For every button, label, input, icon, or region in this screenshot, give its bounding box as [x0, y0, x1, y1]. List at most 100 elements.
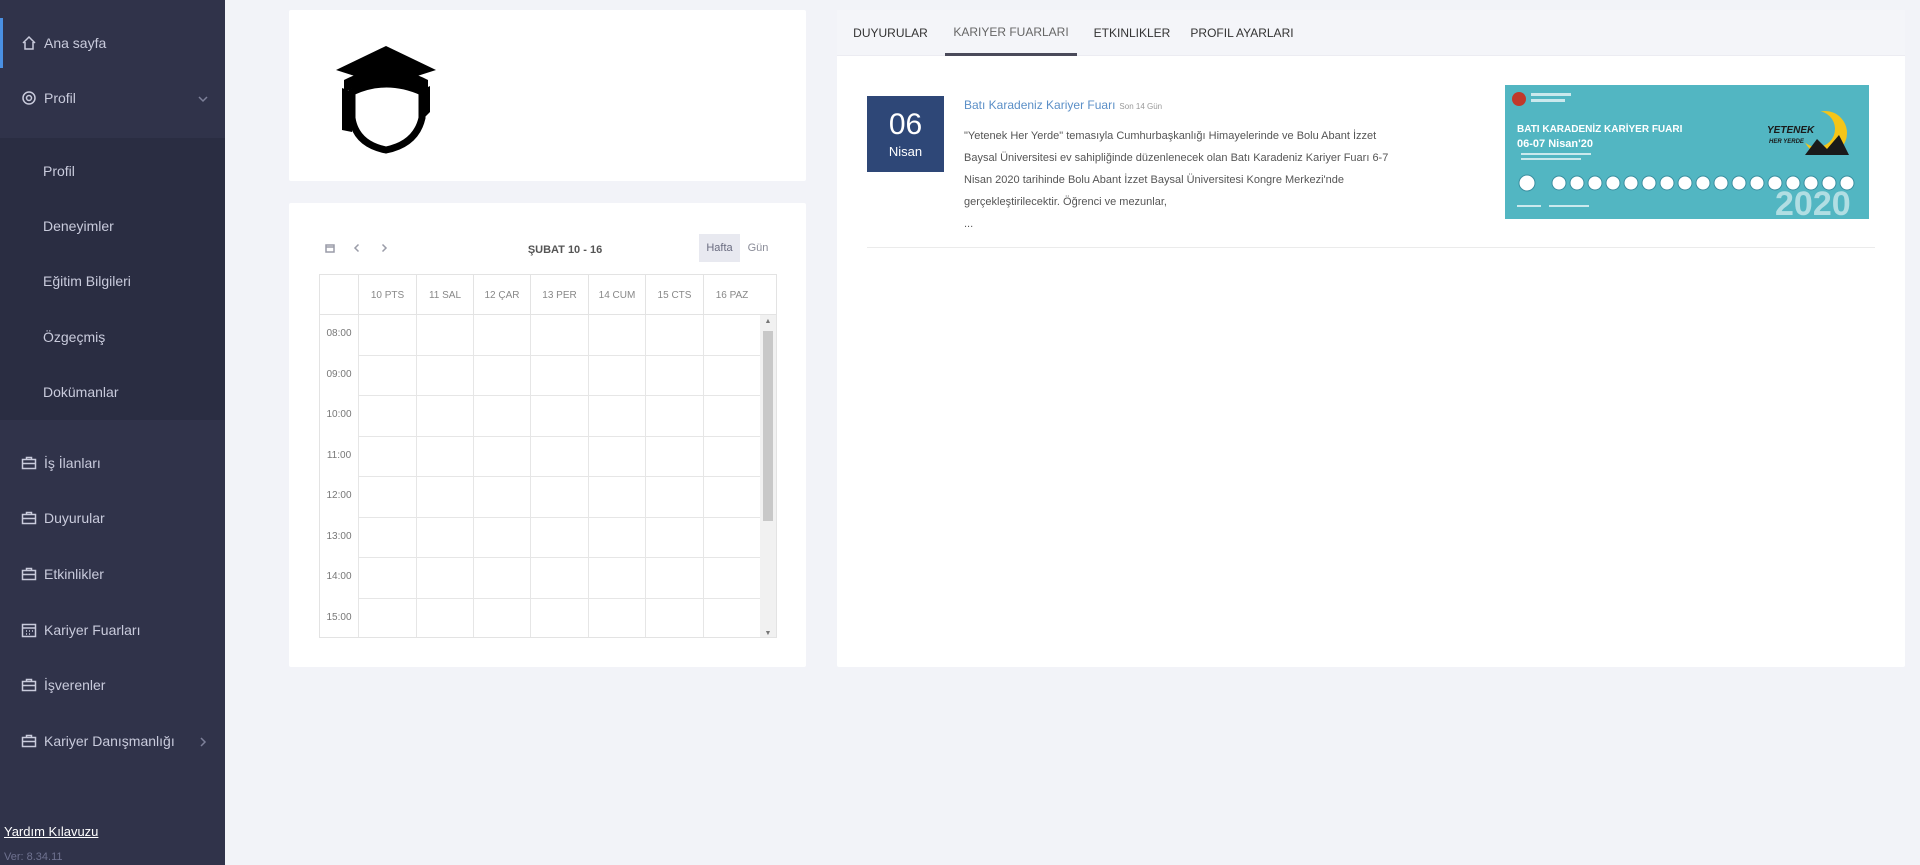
calendar-range-title: ŞUBAT 10 - 16 [527, 244, 603, 256]
sidebar-item-label: Ana sayfa [44, 35, 107, 51]
fair-date-badge: 06 Nisan [867, 96, 944, 172]
day-header: 13 PER [530, 275, 588, 315]
sidebar-item-label: Etkinlikler [44, 566, 104, 582]
calendar-today-button[interactable] [319, 234, 341, 262]
submenu-item-profile[interactable]: Profil [43, 163, 75, 179]
tab-career-fairs[interactable]: KARIYER FUARLARI [945, 10, 1077, 56]
calendar-icon [20, 621, 38, 639]
graduate-avatar-icon [336, 46, 436, 154]
grid-line [358, 476, 760, 477]
list-divider [867, 247, 1875, 248]
fair-description: "Yetenek Her Yerde" temasıyla Cumhurbaşk… [964, 125, 1404, 235]
week-calendar-grid: 10 PTS 11 SAL 12 ÇAR 13 PER 14 CUM 15 CT… [319, 274, 777, 638]
fair-date-day: 06 [888, 108, 923, 141]
sidebar-item-label: Duyurular [44, 510, 105, 526]
grid-line [588, 315, 589, 637]
grid-line [358, 395, 760, 396]
sidebar-item-label: İşverenler [44, 677, 106, 693]
day-header: 14 CUM [588, 275, 645, 315]
chevron-left-icon [352, 243, 362, 253]
sidebar-item-career-fairs[interactable]: Kariyer Fuarları [0, 605, 225, 655]
submenu-item-documents[interactable]: Dokümanlar [43, 384, 118, 400]
briefcase-icon [20, 676, 38, 694]
profile-card [289, 10, 806, 181]
time-label: 10:00 [326, 409, 352, 420]
day-header: 10 PTS [358, 275, 416, 315]
grid-line [473, 315, 474, 637]
calendar-panel: ŞUBAT 10 - 16 Hafta Gün 10 PTS 11 SAL 12… [289, 203, 806, 667]
grid-line [358, 355, 760, 356]
chevron-right-icon [197, 735, 209, 747]
chevron-down-icon [197, 92, 209, 104]
content-tabs: DUYURULAR KARIYER FUARLARI ETKINLIKLER P… [837, 10, 1905, 56]
time-label: 12:00 [326, 490, 352, 501]
day-header: 16 PAZ [703, 275, 760, 315]
sidebar-item-career-counseling[interactable]: Kariyer Danışmanlığı [0, 716, 225, 766]
grid-line [358, 315, 359, 637]
grid-line [645, 315, 646, 637]
day-header: 12 ÇAR [473, 275, 530, 315]
sidebar-item-events[interactable]: Etkinlikler [0, 549, 225, 599]
time-label: 08:00 [326, 328, 352, 339]
time-label: 09:00 [326, 369, 352, 380]
submenu-item-education[interactable]: Eğitim Bilgileri [43, 273, 131, 289]
sidebar-item-announcements[interactable]: Duyurular [0, 493, 225, 543]
fair-title: Batı Karadeniz Kariyer Fuarı [964, 98, 1116, 112]
sidebar-item-label: Kariyer Danışmanlığı [44, 733, 175, 749]
time-label: 14:00 [326, 571, 352, 582]
day-view-button[interactable]: Gün [740, 234, 776, 262]
calendar-icon [325, 243, 335, 253]
tab-profile-settings[interactable]: PROFIL AYARLARI [1187, 10, 1297, 56]
fair-date-month: Nisan [888, 144, 923, 159]
banner-dates: 06-07 Nisan'20 [1517, 138, 1593, 150]
gear-icon [20, 89, 38, 107]
tab-announcements[interactable]: DUYURULAR [847, 10, 934, 56]
briefcase-icon [20, 565, 38, 583]
profile-submenu: Profil Deneyimler Eğitim Bilgileri Özgeç… [0, 138, 225, 420]
grid-line [358, 436, 760, 437]
day-header: 15 CTS [645, 275, 703, 315]
time-label: 11:00 [326, 450, 352, 461]
submenu-item-experiences[interactable]: Deneyimler [43, 218, 114, 234]
version-label: Ver: 8.34.11 [4, 851, 63, 863]
grid-line [358, 598, 760, 599]
calendar-day-header: 10 PTS 11 SAL 12 ÇAR 13 PER 14 CUM 15 CT… [320, 275, 776, 315]
sidebar: Ana sayfa Profil Profil Deneyimler Eğiti… [0, 0, 225, 865]
banner-title: BATI KARADENİZ KARİYER FUARI [1517, 122, 1683, 135]
scrollbar-thumb[interactable] [763, 331, 773, 521]
calendar-scrollbar[interactable]: ▲ ▼ [760, 315, 776, 637]
grid-line [358, 517, 760, 518]
fair-banner-graphic: BATI KARADENİZ KARİYER FUARI 06-07 Nisan… [1505, 85, 1869, 219]
grid-line [358, 557, 760, 558]
sidebar-item-job-listings[interactable]: İş İlanları [0, 438, 225, 488]
sidebar-item-profile[interactable]: Profil [0, 73, 225, 123]
calendar-prev-button[interactable] [346, 234, 368, 262]
fair-banner-image[interactable]: BATI KARADENİZ KARİYER FUARI 06-07 Nisan… [1505, 85, 1869, 219]
calendar-next-button[interactable] [373, 234, 395, 262]
sidebar-item-home[interactable]: Ana sayfa [0, 18, 225, 68]
submenu-item-resume[interactable]: Özgeçmiş [43, 329, 105, 345]
scroll-down-icon[interactable]: ▼ [760, 627, 776, 637]
time-label: 15:00 [326, 612, 352, 623]
fair-title-link[interactable]: Batı Karadeniz Kariyer Fuarı Son 14 Gün [964, 98, 1162, 112]
grid-line [530, 315, 531, 637]
week-view-button[interactable]: Hafta [699, 234, 740, 262]
chevron-right-icon [379, 243, 389, 253]
briefcase-icon [20, 732, 38, 750]
fair-meta: Son 14 Gün [1119, 102, 1163, 111]
grid-line [703, 315, 704, 637]
briefcase-icon [20, 454, 38, 472]
sidebar-item-label: Kariyer Fuarları [44, 622, 141, 638]
tab-events[interactable]: ETKINLIKLER [1087, 10, 1177, 56]
scroll-up-icon[interactable]: ▲ [760, 315, 776, 327]
sidebar-item-label: İş İlanları [44, 455, 101, 471]
help-guide-link[interactable]: Yardım Kılavuzu [4, 824, 98, 839]
content-panel: DUYURULAR KARIYER FUARLARI ETKINLIKLER P… [837, 10, 1905, 667]
fair-description-ellipsis: ... [964, 218, 974, 230]
sidebar-item-label: Profil [44, 90, 76, 106]
sidebar-item-employers[interactable]: İşverenler [0, 660, 225, 710]
time-label: 13:00 [326, 531, 352, 542]
banner-slogan-2: HER YERDE [1769, 139, 1805, 145]
banner-year: 2020 [1775, 185, 1851, 219]
banner-slogan-1: YETENEK [1767, 125, 1815, 136]
